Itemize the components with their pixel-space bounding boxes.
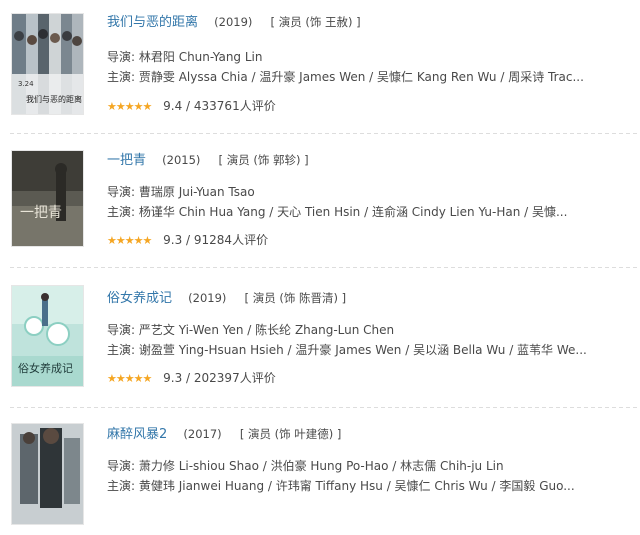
movie-year: (2015) bbox=[162, 153, 201, 167]
movie-info-3: 俗女养成记 (2019) [ 演员 (饰 陈晋清) ] 导演: 严艺文 Yi-W… bbox=[107, 288, 636, 389]
movie-role: [ 演员 (饰 王赦) ] bbox=[270, 15, 361, 29]
title-line: 麻醉风暴2 (2017) [ 演员 (饰 叶建德) ] bbox=[107, 424, 636, 444]
movie-year: (2019) bbox=[188, 291, 227, 305]
cast-names: 杨谨华 Chin Hua Yang / 天心 Tien Hsin / 连俞涵 C… bbox=[138, 205, 568, 219]
cast-line: 主演: 谢盈萱 Ying-Hsuan Hsieh / 温升豪 James Wen… bbox=[107, 340, 607, 360]
svg-text:一把青: 一把青 bbox=[20, 205, 62, 221]
movie-year: (2019) bbox=[214, 15, 253, 29]
cast-names: 黄健玮 Jianwei Huang / 许玮甯 Tiffany Hsu / 吴慷… bbox=[138, 479, 575, 493]
rating-stars-icon: ★★★★★ bbox=[107, 234, 152, 247]
cast-line: 主演: 杨谨华 Chin Hua Yang / 天心 Tien Hsin / 连… bbox=[107, 202, 607, 222]
rating-line: ★★★★★ 9.3 / 91284人评价 bbox=[107, 230, 636, 251]
movie-item-2: 一把青 一把青 (2015) [ 演员 (饰 郭轸) ] 导演: 曹瑞原 Jui… bbox=[0, 137, 640, 268]
director-label: 导演: bbox=[107, 459, 136, 473]
rating-stars-icon: ★★★★★ bbox=[107, 372, 152, 385]
cast-label: 主演: bbox=[107, 343, 136, 357]
director-line: 导演: 林君阳 Chun-Yang Lin bbox=[107, 47, 607, 67]
movie-poster-1[interactable]: 3.24 我们与恶的距离 bbox=[12, 14, 83, 114]
movie-title-link[interactable]: 麻醉风暴2 bbox=[107, 427, 167, 442]
item-divider bbox=[10, 407, 640, 408]
director-names: 萧力修 Li-shiou Shao / 洪伯豪 Hung Po-Hao / 林志… bbox=[138, 459, 504, 473]
movie-title-link[interactable]: 俗女养成记 bbox=[107, 291, 172, 306]
director-names: 严艺文 Yi-Wen Yen / 陈长纶 Zhang-Lun Chen bbox=[138, 323, 395, 337]
rating-line: ★★★★★ 9.4 / 433761人评价 bbox=[107, 96, 636, 117]
director-line: 导演: 萧力修 Li-shiou Shao / 洪伯豪 Hung Po-Hao … bbox=[107, 456, 607, 476]
title-line: 我们与恶的距离 (2019) [ 演员 (饰 王赦) ] bbox=[107, 12, 636, 32]
movie-poster-image: 3.24 我们与恶的距离 bbox=[12, 14, 83, 114]
movie-item-1: 3.24 我们与恶的距离 我们与恶的距离 (2019) [ 演员 (饰 王赦) … bbox=[0, 0, 640, 134]
movie-title-link[interactable]: 我们与恶的距离 bbox=[107, 15, 198, 30]
cast-label: 主演: bbox=[107, 70, 136, 84]
movie-role: [ 演员 (饰 郭轸) ] bbox=[218, 153, 309, 167]
svg-text:俗女养成记: 俗女养成记 bbox=[18, 361, 73, 375]
cast-label: 主演: bbox=[107, 205, 136, 219]
cast-label: 主演: bbox=[107, 479, 136, 493]
director-line: 导演: 严艺文 Yi-Wen Yen / 陈长纶 Zhang-Lun Chen bbox=[107, 320, 607, 340]
cast-names: 贾静雯 Alyssa Chia / 温升豪 James Wen / 吴慷仁 Ka… bbox=[138, 70, 584, 84]
rating-text: 9.4 / 433761人评价 bbox=[163, 99, 276, 113]
director-label: 导演: bbox=[107, 185, 136, 199]
movie-info-4: 麻醉风暴2 (2017) [ 演员 (饰 叶建德) ] 导演: 萧力修 Li-s… bbox=[107, 424, 636, 496]
movie-poster-3[interactable]: 俗女养成记 bbox=[12, 286, 83, 386]
svg-text:3.24: 3.24 bbox=[18, 80, 34, 88]
item-divider bbox=[10, 267, 640, 268]
movie-role: [ 演员 (饰 叶建德) ] bbox=[239, 427, 342, 441]
movie-poster-2[interactable]: 一把青 bbox=[12, 151, 83, 246]
movie-role: [ 演员 (饰 陈晋清) ] bbox=[244, 291, 347, 305]
movie-poster-image bbox=[12, 424, 83, 524]
rating-line: ★★★★★ 9.3 / 202397人评价 bbox=[107, 368, 636, 389]
director-names: 曹瑞原 Jui-Yuan Tsao bbox=[138, 185, 255, 199]
rating-text: 9.3 / 91284人评价 bbox=[163, 233, 269, 247]
rating-text: 9.3 / 202397人评价 bbox=[163, 371, 276, 385]
movie-poster-4[interactable] bbox=[12, 424, 83, 524]
movie-info-1: 我们与恶的距离 (2019) [ 演员 (饰 王赦) ] 导演: 林君阳 Chu… bbox=[107, 12, 636, 117]
movie-year: (2017) bbox=[183, 427, 222, 441]
title-line: 一把青 (2015) [ 演员 (饰 郭轸) ] bbox=[107, 150, 636, 170]
director-names: 林君阳 Chun-Yang Lin bbox=[138, 50, 263, 64]
movie-info-2: 一把青 (2015) [ 演员 (饰 郭轸) ] 导演: 曹瑞原 Jui-Yua… bbox=[107, 150, 636, 251]
svg-text:我们与恶的距离: 我们与恶的距离 bbox=[26, 94, 82, 104]
cast-names: 谢盈萱 Ying-Hsuan Hsieh / 温升豪 James Wen / 吴… bbox=[138, 343, 587, 357]
movie-poster-image: 一把青 bbox=[12, 151, 83, 246]
rating-stars-icon: ★★★★★ bbox=[107, 100, 152, 113]
director-label: 导演: bbox=[107, 323, 136, 337]
cast-line: 主演: 黄健玮 Jianwei Huang / 许玮甯 Tiffany Hsu … bbox=[107, 476, 607, 496]
movie-poster-image: 俗女养成记 bbox=[12, 286, 83, 386]
movie-item-4: 麻醉风暴2 (2017) [ 演员 (饰 叶建德) ] 导演: 萧力修 Li-s… bbox=[0, 410, 640, 535]
cast-line: 主演: 贾静雯 Alyssa Chia / 温升豪 James Wen / 吴慷… bbox=[107, 67, 607, 87]
director-line: 导演: 曹瑞原 Jui-Yuan Tsao bbox=[107, 182, 607, 202]
movie-title-link[interactable]: 一把青 bbox=[107, 153, 146, 168]
title-line: 俗女养成记 (2019) [ 演员 (饰 陈晋清) ] bbox=[107, 288, 636, 308]
movie-item-3: 俗女养成记 俗女养成记 (2019) [ 演员 (饰 陈晋清) ] 导演: 严艺… bbox=[0, 272, 640, 408]
director-label: 导演: bbox=[107, 50, 136, 64]
item-divider bbox=[10, 133, 640, 134]
